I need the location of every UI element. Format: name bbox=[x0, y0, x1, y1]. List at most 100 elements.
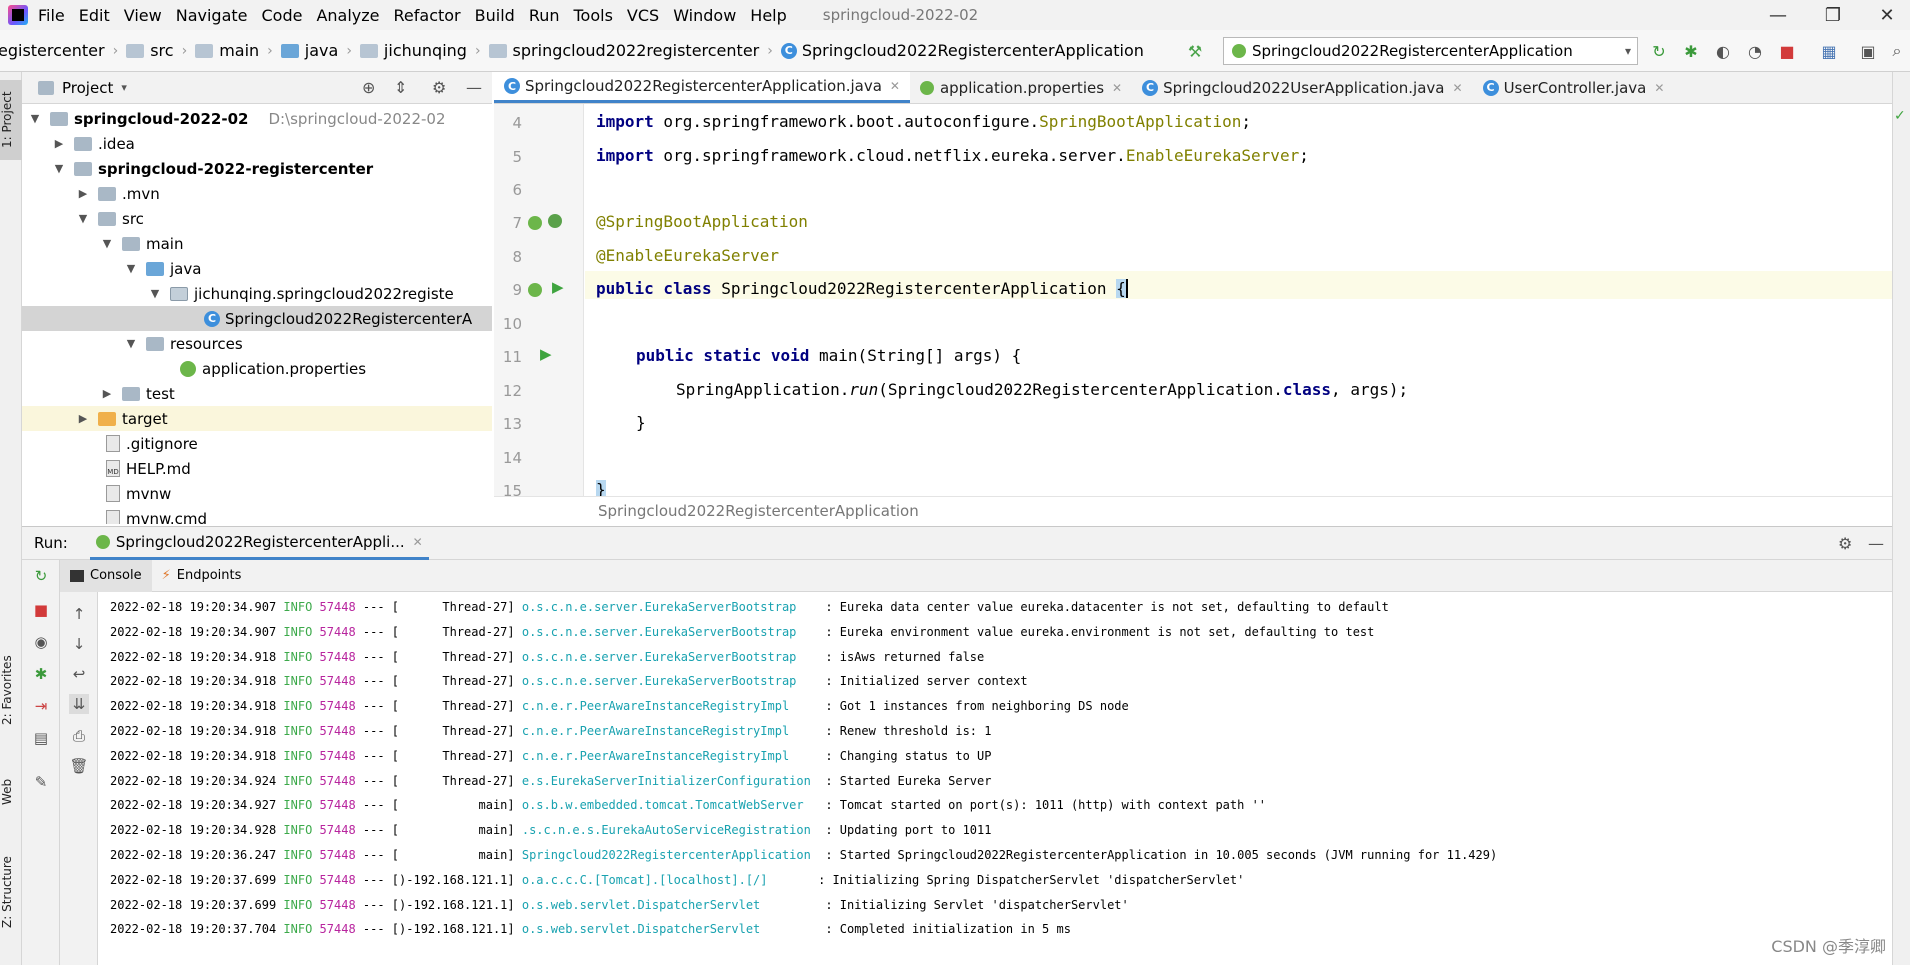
hide-panel-icon[interactable]: — bbox=[466, 78, 482, 97]
tree-item-main[interactable]: ▼ main bbox=[22, 231, 492, 256]
menu-edit[interactable]: Edit bbox=[79, 6, 110, 25]
menu-code[interactable]: Code bbox=[262, 6, 303, 25]
run-main-icon[interactable]: ▶ bbox=[540, 345, 552, 363]
coverage-icon[interactable]: ◐ bbox=[1712, 40, 1734, 62]
breadcrumb-src[interactable]: src › bbox=[122, 41, 191, 60]
breadcrumb-class[interactable]: C Springcloud2022RegistercenterApplicatio… bbox=[777, 41, 1148, 60]
rerun-icon[interactable]: ↻ bbox=[31, 566, 51, 586]
close-window-button[interactable]: ✕ bbox=[1858, 0, 1910, 30]
tree-item-java[interactable]: ▼ java bbox=[22, 256, 492, 281]
close-icon[interactable]: ✕ bbox=[413, 535, 423, 549]
tab-registercenter-application-java[interactable]: C Springcloud2022RegistercenterApplicatio… bbox=[494, 72, 910, 103]
arrow-down-icon[interactable]: ↓ bbox=[69, 634, 89, 654]
tree-item-mvnw[interactable]: mvnw bbox=[22, 481, 492, 506]
menu-navigate[interactable]: Navigate bbox=[176, 6, 248, 25]
camera-icon[interactable]: ◉ bbox=[31, 632, 51, 652]
menu-analyze[interactable]: Analyze bbox=[316, 6, 379, 25]
structure-tool-tab[interactable]: Z: Structure bbox=[0, 842, 22, 942]
tree-item-gitignore[interactable]: .gitignore bbox=[22, 431, 492, 456]
tab-user-application-java[interactable]: C Springcloud2022UserApplication.java ✕ bbox=[1132, 72, 1472, 103]
tree-item-mvnw-cmd[interactable]: mvnw.cmd bbox=[22, 506, 492, 524]
log-message: : Changing status to UP bbox=[825, 748, 992, 763]
breadcrumb-package-jichunqing[interactable]: jichunqing › bbox=[356, 41, 485, 60]
web-tool-tab[interactable]: Web bbox=[0, 772, 22, 812]
tree-item-idea[interactable]: ▶ .idea bbox=[22, 131, 492, 156]
soft-wrap-icon[interactable]: ↩ bbox=[69, 664, 89, 684]
tree-item-label: mvnw.cmd bbox=[126, 509, 208, 525]
debug-bug-icon[interactable]: ✱ bbox=[31, 664, 51, 684]
trash-icon[interactable]: 🗑 bbox=[69, 756, 89, 776]
chevron-down-icon[interactable]: ▾ bbox=[121, 81, 127, 94]
print-icon[interactable]: ⎙ bbox=[69, 726, 89, 746]
console-tab[interactable]: Console bbox=[60, 559, 152, 592]
maximize-button[interactable]: ❐ bbox=[1804, 0, 1862, 30]
profile-icon[interactable]: ◔ bbox=[1744, 40, 1766, 62]
hide-panel-icon[interactable]: — bbox=[1868, 534, 1884, 553]
debug-bug-icon[interactable]: ✱ bbox=[1680, 40, 1702, 62]
menu-refactor[interactable]: Refactor bbox=[394, 6, 461, 25]
tree-item-label: src bbox=[122, 209, 144, 228]
tree-item-package[interactable]: ▼ jichunqing.springcloud2022registe bbox=[22, 281, 492, 306]
tree-item-target[interactable]: ▶ target bbox=[22, 406, 492, 431]
tree-item-application-properties[interactable]: application.properties bbox=[22, 356, 492, 381]
endpoints-tab[interactable]: ⚡ Endpoints bbox=[152, 560, 252, 592]
breadcrumb-module[interactable]: egistercenter › bbox=[0, 41, 122, 60]
collapse-all-icon[interactable]: ⇕ bbox=[394, 78, 407, 97]
stop-icon[interactable]: ■ bbox=[1776, 40, 1798, 62]
close-icon[interactable]: ✕ bbox=[1112, 81, 1122, 95]
tree-item-test[interactable]: ▶ test bbox=[22, 381, 492, 406]
project-structure-icon[interactable]: ▦ bbox=[1818, 40, 1840, 62]
tree-item-help-md[interactable]: MD HELP.md bbox=[22, 456, 492, 481]
menu-build[interactable]: Build bbox=[475, 6, 515, 25]
tab-application-properties[interactable]: application.properties ✕ bbox=[910, 72, 1132, 103]
menu-run[interactable]: Run bbox=[529, 6, 560, 25]
exit-icon[interactable]: ⇥ bbox=[31, 696, 51, 716]
tree-item-root[interactable]: ▼ springcloud-2022-02 D:\springcloud-202… bbox=[22, 106, 492, 131]
close-icon[interactable]: ✕ bbox=[890, 79, 900, 93]
arrow-up-icon[interactable]: ↑ bbox=[69, 604, 89, 624]
editor-breadcrumb[interactable]: Springcloud2022RegistercenterApplication bbox=[494, 496, 1892, 526]
favorites-tool-tab[interactable]: 2: Favorites bbox=[0, 642, 22, 738]
run-configuration-select[interactable]: Springcloud2022RegistercenterApplication… bbox=[1223, 37, 1638, 65]
run-tab[interactable]: Springcloud2022RegistercenterAppli... ✕ bbox=[89, 526, 429, 560]
layout-icon[interactable]: ▤ bbox=[31, 728, 51, 748]
breadcrumb-java[interactable]: java › bbox=[277, 41, 356, 60]
build-hammer-icon[interactable]: ⚒ bbox=[1184, 40, 1206, 62]
tree-item-resources[interactable]: ▼ resources bbox=[22, 331, 492, 356]
search-icon[interactable]: ⌕ bbox=[1886, 40, 1908, 62]
minimize-button[interactable]: — bbox=[1749, 0, 1807, 30]
project-panel-title[interactable]: Project bbox=[62, 79, 113, 97]
tree-item-main-class[interactable]: C Springcloud2022RegistercenterA bbox=[22, 306, 492, 331]
scroll-to-end-icon[interactable]: ⇊ bbox=[69, 694, 89, 714]
presentation-icon[interactable]: ▣ bbox=[1857, 40, 1879, 62]
menu-tools[interactable]: Tools bbox=[574, 6, 613, 25]
breadcrumb-main[interactable]: main › bbox=[191, 41, 277, 60]
breadcrumb-package-registercenter[interactable]: springcloud2022registercenter › bbox=[485, 41, 777, 60]
locate-target-icon[interactable]: ⊕ bbox=[362, 78, 375, 97]
project-tool-tab[interactable]: 1: Project bbox=[0, 80, 22, 160]
spring-boot-icon[interactable] bbox=[548, 214, 562, 228]
log-pid: 57448 bbox=[319, 823, 356, 838]
pin-icon[interactable]: ✎ bbox=[31, 772, 51, 792]
rerun-icon[interactable]: ↻ bbox=[1648, 40, 1670, 62]
run-panel-header: Run: Springcloud2022RegistercenterAppli.… bbox=[22, 526, 1892, 560]
close-icon[interactable]: ✕ bbox=[1654, 81, 1664, 95]
tree-item-registercenter-module[interactable]: ▼ springcloud-2022-registercenter bbox=[22, 156, 492, 181]
run-class-icon[interactable]: ▶ bbox=[552, 278, 564, 296]
gear-icon[interactable]: ⚙ bbox=[1838, 534, 1852, 553]
spring-bean-icon[interactable] bbox=[528, 283, 542, 297]
gear-icon[interactable]: ⚙ bbox=[432, 78, 446, 97]
menu-help[interactable]: Help bbox=[750, 6, 786, 25]
menu-view[interactable]: View bbox=[124, 6, 162, 25]
menu-vcs[interactable]: VCS bbox=[627, 6, 659, 25]
menu-window[interactable]: Window bbox=[673, 6, 736, 25]
console-output[interactable]: 2022-02-18 19:20:34.907 INFO 57448 --- [… bbox=[98, 592, 1892, 965]
log-message: : Updating port to 1011 bbox=[825, 823, 992, 838]
tree-item-src[interactable]: ▼ src bbox=[22, 206, 492, 231]
stop-icon[interactable]: ■ bbox=[31, 600, 51, 620]
tree-item-mvn[interactable]: ▶ .mvn bbox=[22, 181, 492, 206]
close-icon[interactable]: ✕ bbox=[1453, 81, 1463, 95]
tab-user-controller-java[interactable]: C UserController.java ✕ bbox=[1473, 72, 1675, 103]
spring-bean-icon[interactable] bbox=[528, 216, 542, 230]
menu-file[interactable]: File bbox=[38, 6, 65, 25]
